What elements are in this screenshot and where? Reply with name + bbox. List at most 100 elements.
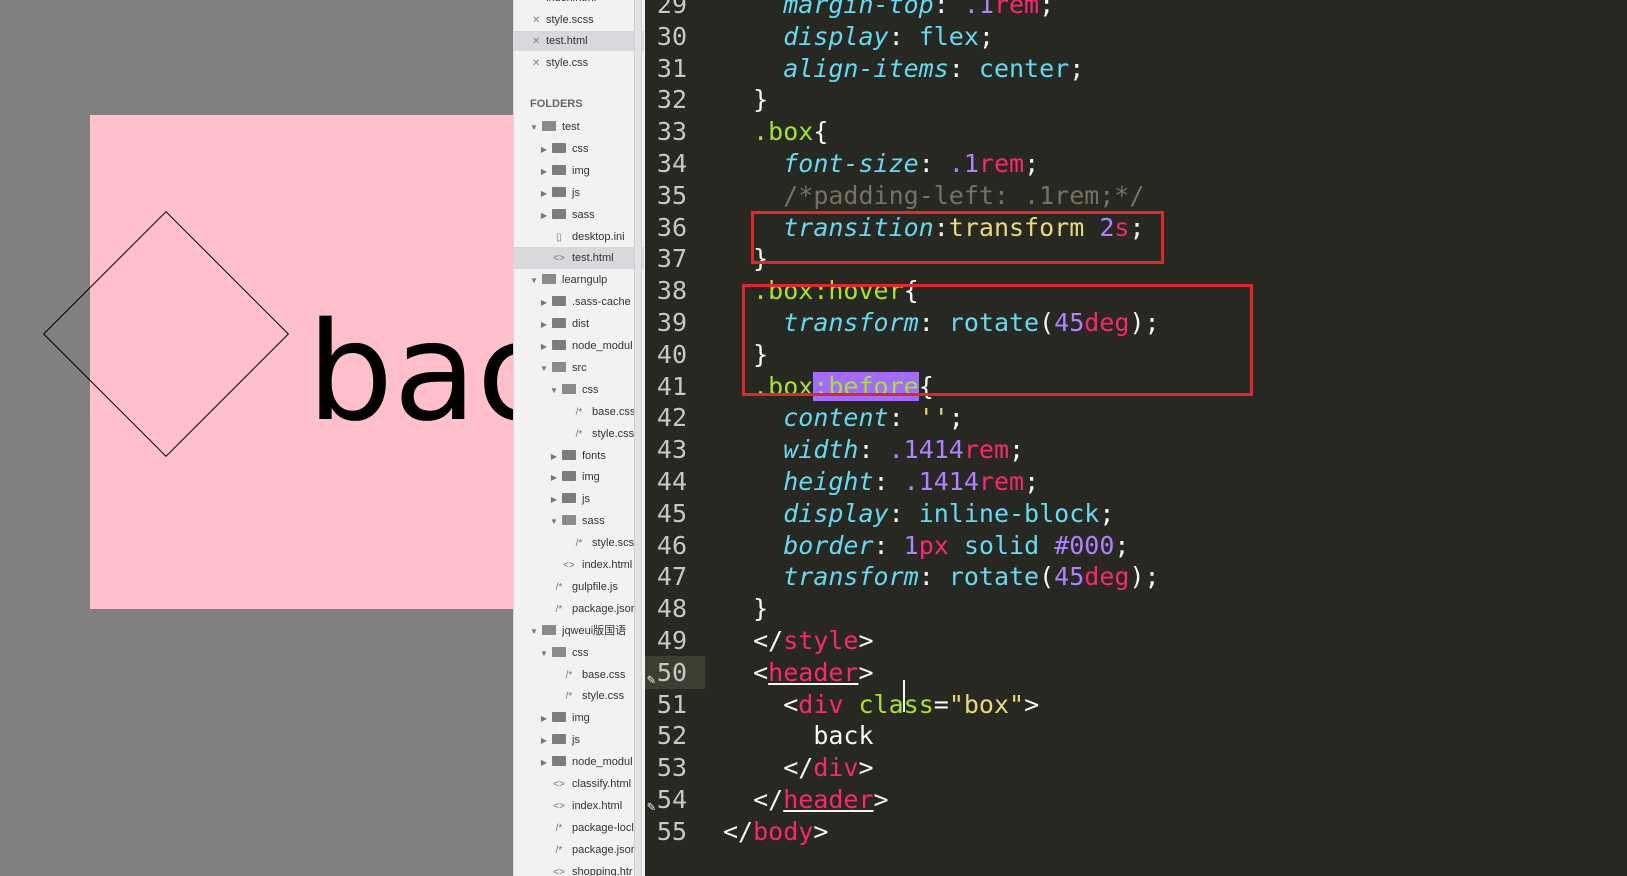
code-line[interactable]: 47 transform: rotate(45deg);	[645, 560, 1627, 593]
tree-folder-item[interactable]: ▶ js	[514, 488, 644, 510]
chevron-right-icon[interactable]: ▶	[540, 292, 548, 313]
tree-file-item[interactable]: /* package-locl	[514, 817, 644, 839]
code-line[interactable]: 49 </style>	[645, 624, 1627, 657]
chevron-down-icon[interactable]: ▼	[530, 621, 538, 642]
code-line[interactable]: 45 display: inline-block;	[645, 497, 1627, 530]
tree-file-item[interactable]: /* base.css	[514, 664, 644, 686]
tree-file-item[interactable]: <> index.html	[514, 554, 644, 576]
chevron-down-icon[interactable]: ▼	[540, 358, 548, 379]
chevron-down-icon[interactable]: ▼	[540, 643, 548, 664]
code-line[interactable]: 54 ✎ </header>	[645, 783, 1627, 816]
tree-file-item[interactable]: /* package.jsor	[514, 839, 644, 861]
code-line[interactable]: 30 display: flex;	[645, 20, 1627, 53]
chevron-right-icon[interactable]: ▶	[540, 139, 548, 160]
code-text: back	[753, 721, 874, 751]
code-line[interactable]: 43 width: .1414rem;	[645, 433, 1627, 466]
tree-folder-item[interactable]: ▼ css	[514, 379, 644, 401]
code-line[interactable]: 42 content: '';	[645, 401, 1627, 434]
tree-folder-item[interactable]: ▼ sass	[514, 510, 644, 532]
code-line[interactable]: 46 border: 1px solid #000;	[645, 529, 1627, 562]
tree-item-label: index.html	[582, 559, 633, 571]
chevron-right-icon[interactable]: ▶	[540, 708, 548, 729]
code-line[interactable]: 44 height: .1414rem;	[645, 465, 1627, 498]
html-icon: <>	[553, 800, 565, 812]
sidebar-scrollbar-thumb[interactable]	[635, 0, 641, 876]
line-number: 37	[656, 244, 687, 274]
code-editor[interactable]: 29 margin-top: .1rem; 30 display: flex; 31…	[645, 0, 1627, 876]
tree-folder-item[interactable]: ▼ test	[514, 116, 644, 138]
chevron-right-icon[interactable]: ▶	[550, 467, 558, 488]
code-line[interactable]: 50 ✎ <header>	[645, 655, 1627, 689]
code-line[interactable]: 29 margin-top: .1rem;	[645, 0, 1627, 21]
tree-folder-item[interactable]: ▶ node_modul	[514, 751, 644, 773]
tree-folder-item[interactable]: ▶ fonts	[514, 445, 644, 467]
chevron-down-icon[interactable]: ▼	[550, 511, 558, 532]
chevron-right-icon[interactable]: ▶	[540, 336, 548, 357]
code-line[interactable]: 32 }	[645, 83, 1627, 116]
open-file-item[interactable]: ✕ test.html	[514, 31, 644, 51]
tree-folder-item[interactable]: ▼ jqweui版国语	[514, 620, 644, 642]
close-icon[interactable]: ✕	[532, 11, 542, 31]
tree-folder-item[interactable]: ▶ .sass-cache	[514, 291, 644, 313]
chevron-down-icon[interactable]: ▼	[550, 380, 558, 401]
tree-folder-item[interactable]: ▶ img	[514, 160, 644, 182]
folder-open-icon	[562, 383, 576, 394]
chevron-right-icon[interactable]: ▶	[550, 446, 558, 467]
code-line[interactable]: 55 </body>	[645, 815, 1627, 848]
chevron-down-icon[interactable]: ▼	[530, 270, 538, 291]
tree-file-item[interactable]: /* style.css	[514, 685, 644, 707]
code-line[interactable]: 52 back	[645, 719, 1627, 752]
code-line[interactable]: 31 align-items: center;	[645, 52, 1627, 85]
open-file-item[interactable]: ✕ style.scss	[514, 10, 644, 30]
close-icon[interactable]: ✕	[532, 32, 542, 52]
chevron-right-icon[interactable]: ▶	[540, 730, 548, 751]
code-text: transform: rotate(45deg);	[783, 562, 1160, 592]
code-text: border: 1px solid #000;	[783, 530, 1130, 560]
chevron-right-icon[interactable]: ▶	[540, 161, 548, 182]
line-number: 34	[656, 149, 687, 178]
tree-folder-item[interactable]: ▶ css	[514, 138, 644, 160]
tree-folder-item[interactable]: ▶ dist	[514, 313, 644, 335]
code-line[interactable]: 34 font-size: .1rem;	[645, 147, 1627, 180]
chevron-right-icon[interactable]: ▶	[540, 752, 548, 773]
tree-folder-item[interactable]: ▶ js	[514, 182, 644, 204]
tree-file-item[interactable]: /* base.css	[514, 401, 644, 423]
chevron-right-icon[interactable]: ▶	[540, 183, 548, 204]
open-file-item[interactable]: ✕ index.html	[514, 0, 644, 8]
chevron-right-icon[interactable]: ▶	[540, 314, 548, 335]
tree-folder-item[interactable]: ▼ css	[514, 642, 644, 664]
tree-folder-item[interactable]: ▶ js	[514, 729, 644, 751]
close-icon[interactable]: ✕	[532, 54, 542, 74]
tree-folder-item[interactable]: ▶ sass	[514, 204, 644, 226]
close-icon[interactable]: ✕	[532, 0, 542, 9]
tree-file-item[interactable]: ▯ desktop.ini	[514, 226, 644, 248]
open-file-item[interactable]: ✕ style.css	[514, 53, 644, 73]
tree-file-item[interactable]: <> index.html	[514, 795, 644, 817]
tree-file-item[interactable]: /* gulpfile.js	[514, 576, 644, 598]
tree-folder-item[interactable]: ▼ src	[514, 357, 644, 379]
tree-file-item[interactable]: /* style.css	[514, 423, 644, 445]
code-line[interactable]: 53 </div>	[645, 751, 1627, 784]
comment-file-icon: /*	[555, 822, 563, 834]
chevron-down-icon[interactable]: ▼	[530, 117, 538, 138]
code-line[interactable]: 48 }	[645, 592, 1627, 625]
highlight-box-hover	[742, 284, 1253, 396]
tree-folder-item[interactable]: ▶ img	[514, 707, 644, 729]
code-line[interactable]: 51 <div class="box">	[645, 688, 1627, 721]
line-number: 49	[656, 626, 687, 655]
line-number: 36	[656, 212, 687, 242]
code-line[interactable]: 35 /*padding-left: .1rem;*/	[645, 179, 1627, 212]
tree-file-item[interactable]: <> classify.html	[514, 773, 644, 795]
tree-folder-item[interactable]: ▼ learngulp	[514, 269, 644, 291]
chevron-right-icon[interactable]: ▶	[550, 489, 558, 510]
chevron-right-icon[interactable]: ▶	[540, 205, 548, 226]
tree-folder-item[interactable]: ▶ img	[514, 466, 644, 488]
tree-folder-item[interactable]: ▶ node_modul	[514, 335, 644, 357]
tree-file-item[interactable]: /* package.jsor	[514, 598, 644, 620]
tree-file-item[interactable]: <> shopping.htr	[514, 861, 644, 876]
tree-file-item[interactable]: /* style.scss	[514, 532, 644, 554]
line-number: 53	[656, 753, 687, 783]
tree-file-item[interactable]: <> test.html	[514, 247, 644, 270]
code-line[interactable]: 33 .box{	[645, 115, 1627, 148]
text-cursor	[903, 680, 905, 712]
